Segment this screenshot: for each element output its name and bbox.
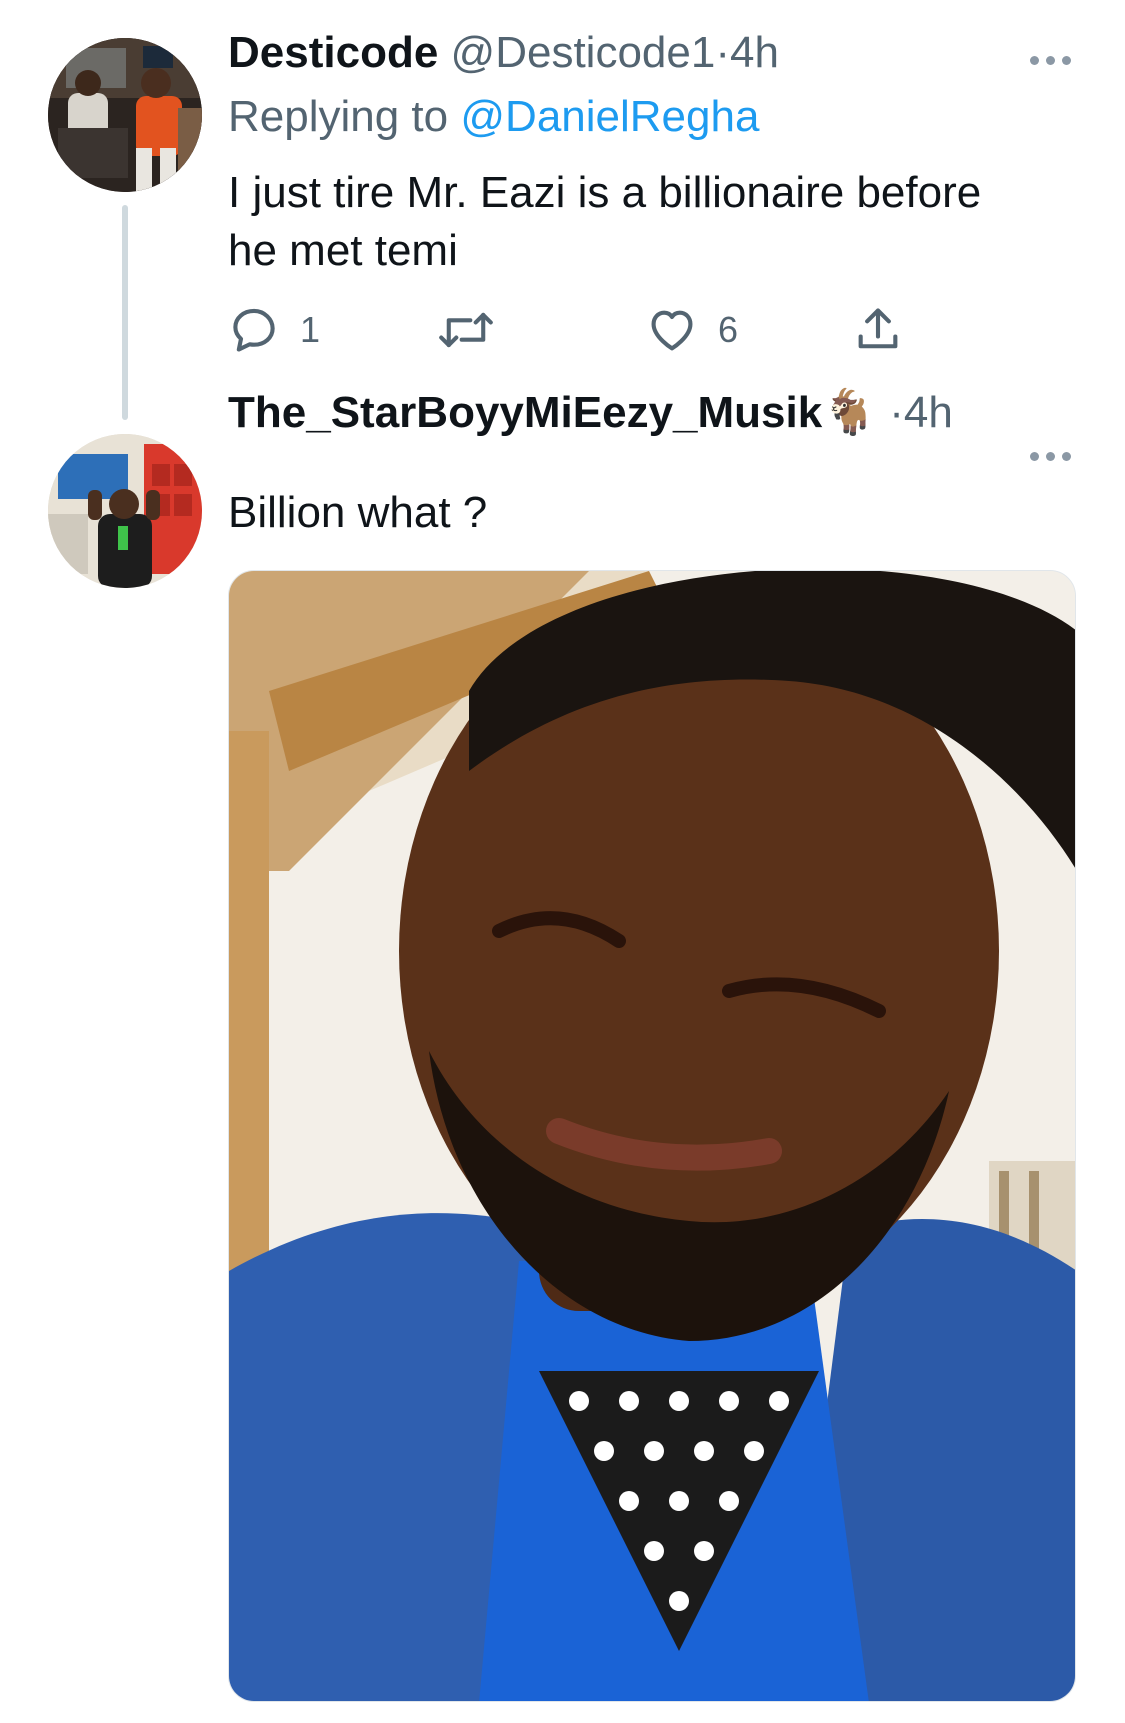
tweet-thread: Desticode @Desticode1·4h Replying to @Da…: [0, 0, 1125, 1723]
like-count: 6: [718, 309, 739, 350]
like-button[interactable]: 6: [646, 300, 738, 360]
avatar-photo: [48, 434, 202, 588]
more-options-button[interactable]: [1030, 446, 1080, 466]
thread-connector-line: [122, 205, 128, 420]
separator-dot: ·: [715, 28, 730, 77]
reply-button[interactable]: 1: [228, 300, 320, 360]
retweet-button[interactable]: [438, 300, 514, 360]
replying-to-label: Replying to: [228, 92, 449, 141]
display-name[interactable]: Desticode: [228, 28, 438, 77]
tweet-text-line: Billion what ?: [228, 488, 488, 537]
timestamp[interactable]: 4h: [730, 28, 779, 77]
more-options-button[interactable]: [1030, 50, 1080, 70]
avatar-photo: [48, 38, 202, 192]
media-photo: [229, 571, 1075, 1701]
tweet-media-image[interactable]: [228, 570, 1076, 1702]
replying-to: Replying to @DanielRegha: [228, 90, 759, 144]
tweet-header: Desticode @Desticode1·4h: [228, 26, 779, 80]
speech-bubble-icon: [233, 308, 275, 352]
avatar[interactable]: [48, 434, 202, 588]
share-button[interactable]: [852, 300, 904, 360]
display-name[interactable]: The_StarBoyyMiEezy_Musik: [228, 388, 822, 437]
tweet-actions: 1 6: [228, 300, 988, 360]
avatar[interactable]: [48, 38, 202, 192]
tweet-text-line: he met temi: [228, 226, 458, 275]
timestamp[interactable]: 4h: [904, 388, 953, 437]
reply-count: 1: [300, 309, 321, 350]
user-handle[interactable]: @Desticode1: [451, 28, 716, 77]
replying-to-mention[interactable]: @DanielRegha: [460, 92, 759, 141]
tweet-text-line: I just tire Mr. Eazi is a billionaire be…: [228, 168, 982, 217]
tweet-header: The_StarBoyyMiEezy_Musik🐐 ·4h: [228, 386, 953, 440]
tweet-text: I just tire Mr. Eazi is a billionaire be…: [228, 164, 981, 280]
separator-dot: ·: [889, 388, 904, 437]
goat-emoji: 🐐: [822, 388, 878, 437]
retweet-icon: [439, 312, 493, 348]
share-upload-icon: [858, 308, 898, 349]
tweet-text: Billion what ?: [228, 484, 487, 542]
heart-icon: [651, 310, 693, 351]
